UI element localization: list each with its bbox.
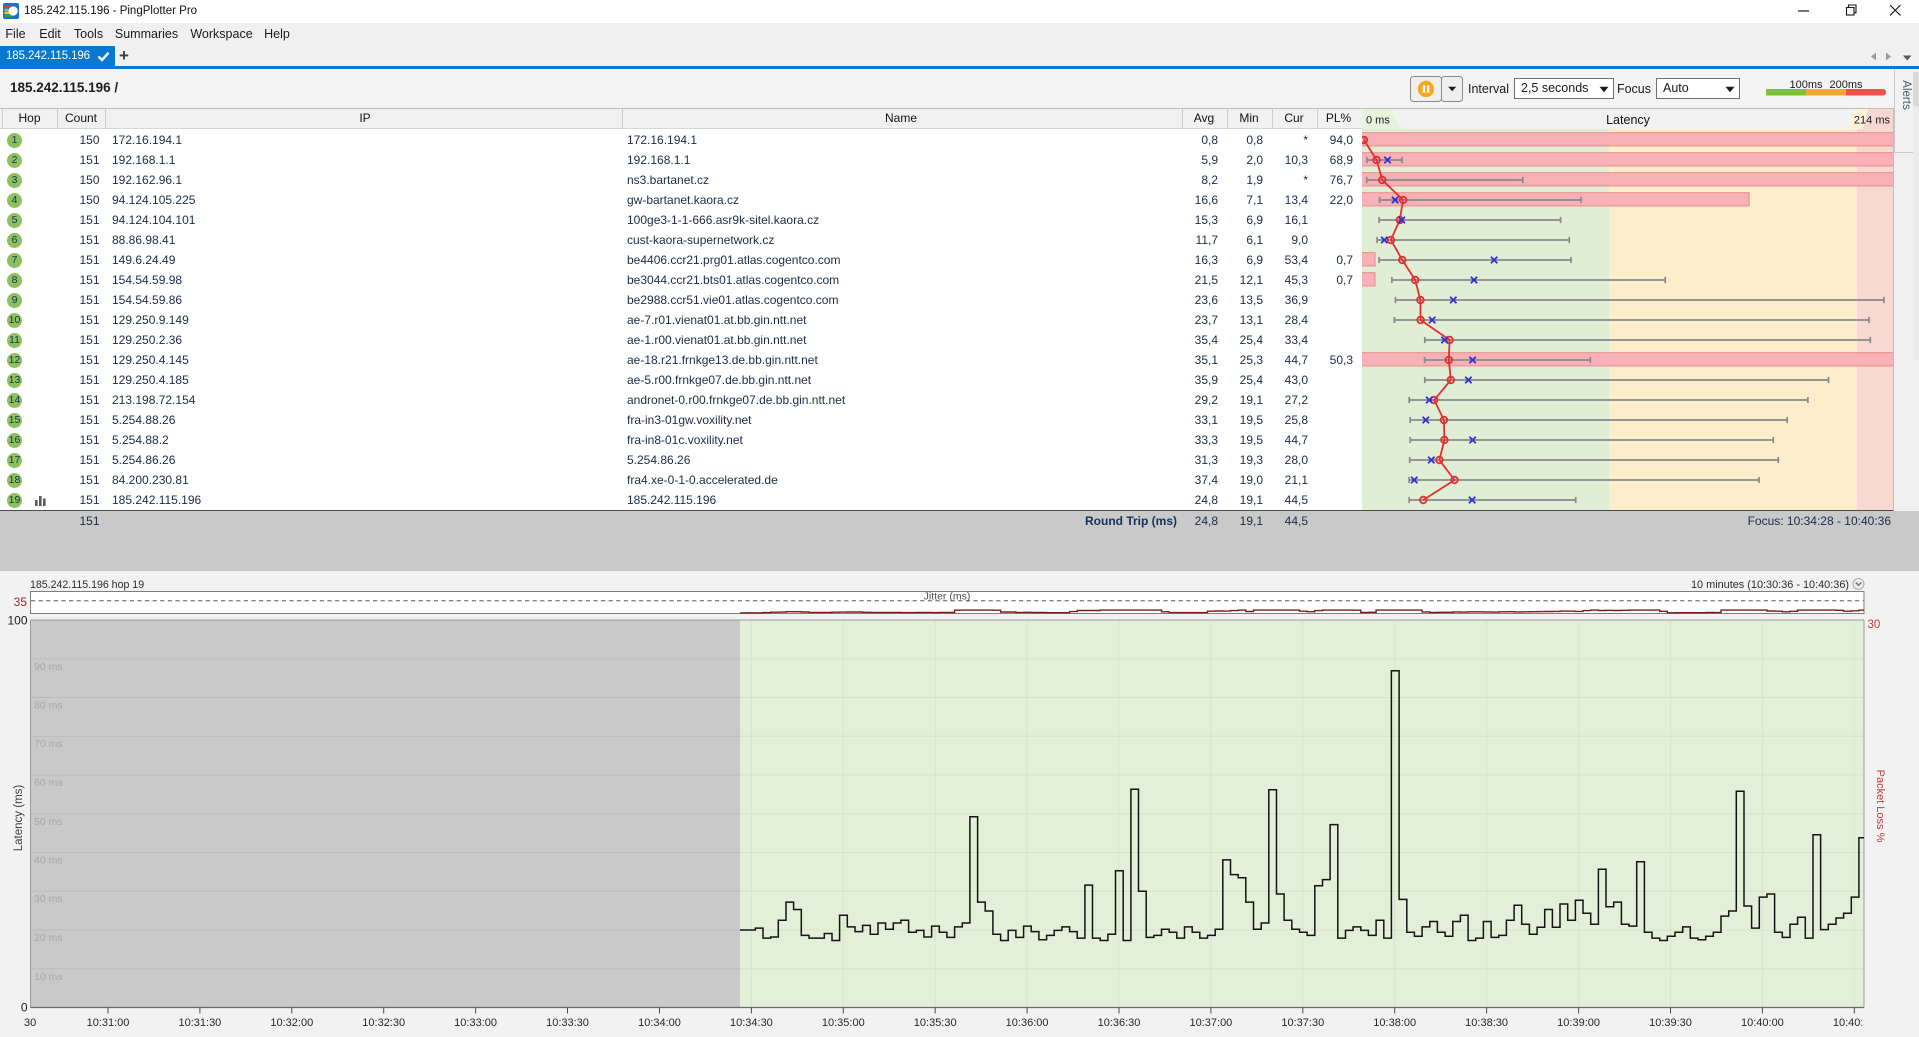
svg-text:10:34:00: 10:34:00 [638,1017,681,1029]
svg-text:20 ms: 20 ms [34,932,63,944]
svg-text:Latency: Latency [1606,113,1651,127]
svg-text:10:35:30: 10:35:30 [914,1017,957,1029]
svg-text:185.242.115.196 hop 19: 185.242.115.196 hop 19 [30,579,144,591]
svg-text:30: 30 [1868,619,1881,631]
svg-text:10:38:00: 10:38:00 [1373,1017,1416,1029]
svg-text:90 ms: 90 ms [34,661,63,673]
svg-text:10:37:30: 10:37:30 [1281,1017,1324,1029]
svg-text:10:31:00: 10:31:00 [87,1017,130,1029]
svg-text:10:38:30: 10:38:30 [1465,1017,1508,1029]
svg-text:30: 30 [24,1017,36,1029]
svg-text:10:31:30: 10:31:30 [178,1017,221,1029]
svg-text:100: 100 [7,614,27,628]
svg-text:10:34:30: 10:34:30 [730,1017,773,1029]
svg-text:0 ms: 0 ms [1366,114,1390,126]
svg-text:10 minutes (10:30:36 - 10:40:3: 10 minutes (10:30:36 - 10:40:36) [1691,579,1849,591]
svg-text:30 ms: 30 ms [34,893,63,905]
svg-text:70 ms: 70 ms [34,738,63,750]
svg-text:10:35:00: 10:35:00 [822,1017,865,1029]
svg-text:40 ms: 40 ms [34,855,63,867]
svg-text:10:36:30: 10:36:30 [1098,1017,1141,1029]
svg-text:10:32:30: 10:32:30 [362,1017,405,1029]
svg-text:50 ms: 50 ms [34,816,63,828]
svg-text:Latency (ms): Latency (ms) [13,785,25,852]
svg-text:35: 35 [14,595,28,609]
svg-text:10:36:00: 10:36:00 [1006,1017,1049,1029]
svg-text:10 ms: 10 ms [34,971,63,983]
svg-text:10:33:00: 10:33:00 [454,1017,497,1029]
svg-text:Packet Loss %: Packet Loss % [1874,770,1886,843]
svg-text:80 ms: 80 ms [34,700,63,712]
svg-text:Jitter (ms): Jitter (ms) [924,591,971,603]
svg-text:10:33:30: 10:33:30 [546,1017,589,1029]
svg-text:214 ms: 214 ms [1854,114,1891,126]
svg-text:10:39:30: 10:39:30 [1649,1017,1692,1029]
svg-text:10:39:00: 10:39:00 [1557,1017,1600,1029]
svg-text:0: 0 [21,1001,28,1015]
svg-text:60 ms: 60 ms [34,777,63,789]
svg-text:10:37:00: 10:37:00 [1189,1017,1232,1029]
svg-text:10:32:00: 10:32:00 [270,1017,313,1029]
svg-text:10:40:00: 10:40:00 [1741,1017,1784,1029]
